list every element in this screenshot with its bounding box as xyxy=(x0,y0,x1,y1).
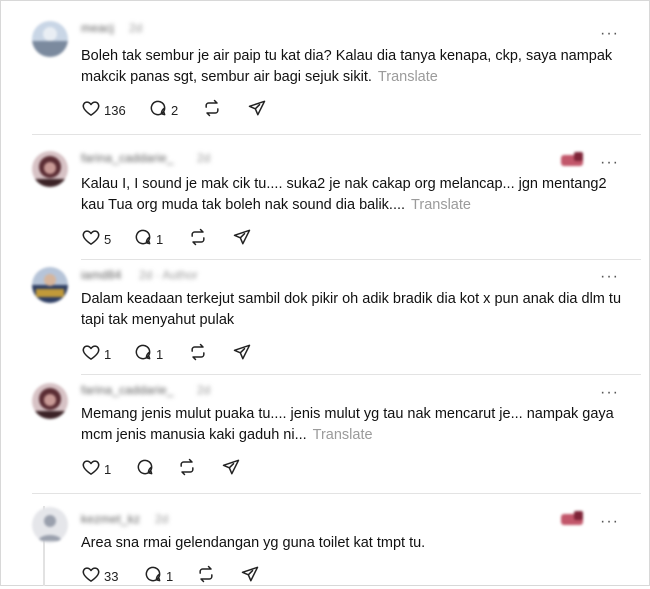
comment-username[interactable]: iamd84 xyxy=(81,268,122,282)
divider xyxy=(32,493,641,494)
like-button[interactable]: 33 xyxy=(81,566,118,586)
avatar[interactable] xyxy=(32,383,68,419)
repost-icon xyxy=(188,227,208,252)
comment-bubble-icon xyxy=(143,564,163,589)
divider xyxy=(81,259,641,260)
comment-username[interactable]: farina_caddarie_ xyxy=(81,383,174,397)
more-options-icon[interactable]: ··· xyxy=(600,514,619,530)
share-button[interactable] xyxy=(232,229,252,249)
comment-text: Memang jenis mulut puaka tu.... jenis mu… xyxy=(81,404,629,446)
comment-time: 2d xyxy=(197,383,211,397)
comment-bubble-icon xyxy=(148,98,168,123)
comment-actions: 136 2 xyxy=(81,98,381,123)
heart-icon xyxy=(81,227,101,252)
share-button[interactable] xyxy=(221,459,241,479)
share-button[interactable] xyxy=(240,566,260,586)
comment-text: Boleh tak sembur je air paip tu kat dia?… xyxy=(81,46,629,88)
send-icon xyxy=(221,457,241,482)
comment-actions: 33 1 xyxy=(81,564,381,589)
repost-button[interactable] xyxy=(202,98,222,123)
reply-button[interactable] xyxy=(135,459,158,479)
like-count: 1 xyxy=(104,346,112,362)
repost-button[interactable] xyxy=(188,342,208,367)
avatar[interactable] xyxy=(32,507,68,543)
repost-icon xyxy=(177,457,197,482)
comment-text: Area sna rmai gelendangan yg guna toilet… xyxy=(81,533,629,554)
comment-username[interactable]: farina_caddarie_ xyxy=(81,151,174,165)
like-count: 33 xyxy=(104,568,119,584)
heart-icon xyxy=(81,98,101,123)
like-button[interactable]: 5 xyxy=(81,229,111,249)
divider xyxy=(32,134,641,135)
comment-bubble-icon xyxy=(133,227,153,252)
repost-icon xyxy=(196,564,216,589)
translate-link[interactable]: Translate xyxy=(378,69,438,85)
sticker-image xyxy=(561,152,583,166)
repost-button[interactable] xyxy=(177,457,197,482)
heart-icon xyxy=(81,564,101,589)
like-count: 1 xyxy=(104,461,112,477)
reply-count: 1 xyxy=(156,346,164,362)
avatar[interactable] xyxy=(32,21,68,57)
divider xyxy=(81,374,641,375)
like-button[interactable]: 1 xyxy=(81,459,111,479)
reply-count: 1 xyxy=(156,231,164,247)
heart-icon xyxy=(81,342,101,367)
translate-link[interactable]: Translate xyxy=(411,197,471,213)
repost-icon xyxy=(202,98,222,123)
reply-button[interactable]: 1 xyxy=(143,566,173,586)
comment-bubble-icon xyxy=(135,457,155,482)
reply-count: 1 xyxy=(166,568,174,584)
share-button[interactable] xyxy=(247,100,267,120)
comment-time: 2d xyxy=(129,21,143,35)
translate-link[interactable]: Translate xyxy=(313,427,373,443)
send-icon xyxy=(247,98,267,123)
comment-text: Kalau I, I sound je mak cik tu.... suka2… xyxy=(81,174,629,216)
send-icon xyxy=(232,227,252,252)
comment-body: Kalau I, I sound je mak cik tu.... suka2… xyxy=(81,176,607,213)
comment-body: Area sna rmai gelendangan yg guna toilet… xyxy=(81,535,426,551)
comment-bubble-icon xyxy=(133,342,153,367)
comment-actions: 1 1 xyxy=(81,342,381,367)
comment-time: 2d xyxy=(197,151,211,165)
reply-button[interactable]: 1 xyxy=(133,344,163,364)
comment-body: Boleh tak sembur je air paip tu kat dia?… xyxy=(81,48,613,85)
like-button[interactable]: 1 xyxy=(81,344,111,364)
send-icon xyxy=(232,342,252,367)
comment-actions: 1 xyxy=(81,457,381,482)
comment-actions: 5 1 xyxy=(81,227,381,252)
more-options-icon[interactable]: ··· xyxy=(600,26,619,42)
share-button[interactable] xyxy=(232,344,252,364)
comment-username[interactable]: kezmet_kz xyxy=(81,512,140,526)
like-button[interactable]: 136 xyxy=(81,100,126,120)
like-count: 5 xyxy=(104,231,112,247)
more-options-icon[interactable]: ··· xyxy=(600,385,619,401)
reply-button[interactable]: 1 xyxy=(133,229,163,249)
comments-panel: meacj 2d ··· Boleh tak sembur je air pai… xyxy=(0,0,650,586)
comment-body: Dalam keadaan terkejut sambil dok pikir … xyxy=(81,291,622,328)
reply-button[interactable]: 2 xyxy=(148,100,178,120)
heart-icon xyxy=(81,457,101,482)
reply-count: 2 xyxy=(171,102,179,118)
comment-text: Dalam keadaan terkejut sambil dok pikir … xyxy=(81,289,629,331)
comment-username[interactable]: meacj xyxy=(81,21,114,35)
repost-button[interactable] xyxy=(188,227,208,252)
send-icon xyxy=(240,564,260,589)
comment-time: 2d xyxy=(155,512,169,526)
sticker-image xyxy=(561,511,583,525)
more-options-icon[interactable]: ··· xyxy=(600,155,619,171)
repost-button[interactable] xyxy=(196,564,216,589)
more-options-icon[interactable]: ··· xyxy=(600,269,619,285)
like-count: 136 xyxy=(104,102,126,118)
repost-icon xyxy=(188,342,208,367)
avatar[interactable] xyxy=(32,267,68,303)
avatar[interactable] xyxy=(32,151,68,187)
comment-time: 2d · Author xyxy=(139,268,198,282)
